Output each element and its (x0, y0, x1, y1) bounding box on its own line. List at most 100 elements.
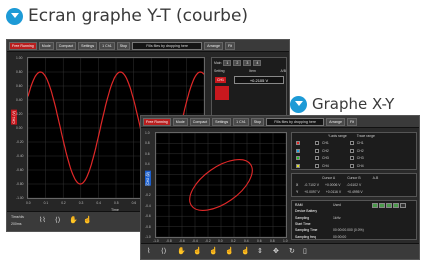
run-mode-button[interactable]: Free Running (9, 41, 37, 50)
hand-icon[interactable]: ✋ (177, 248, 186, 255)
xy-ytick: 0.2 (145, 172, 150, 177)
fit-button[interactable]: Fit (224, 41, 235, 50)
info-key: Sampling freq (295, 234, 316, 239)
ram-meter (372, 203, 406, 208)
info-key: Device Battery (295, 209, 318, 214)
trace-visible-toggle[interactable] (296, 156, 300, 160)
trace-row[interactable]: CH4 CH4 (296, 163, 364, 168)
cursor-y-ab: +0.4995 V (347, 190, 363, 194)
info-value: Used (333, 203, 341, 207)
cursor-x-ab: -0.6102 V (346, 183, 362, 187)
channel-button[interactable]: 1 Ch1 (99, 41, 115, 50)
yt-ytick: -1.00 (16, 196, 24, 200)
compact-button[interactable]: Compact (189, 117, 211, 126)
cursor-x-a: -0.7102 V (304, 183, 319, 187)
yt-ytick: -0.60 (16, 168, 24, 172)
trace-trange[interactable]: CH4 (357, 164, 364, 168)
trace-row[interactable]: CH3 CH3 (296, 156, 364, 160)
side-tab-4[interactable]: 4 (253, 60, 262, 66)
file-drop-zone[interactable]: Fills files by dropping here (132, 41, 203, 50)
stop-button[interactable]: Stop (250, 117, 265, 126)
trace-trange[interactable]: CH2 (357, 149, 364, 153)
trace-row[interactable]: CH2 CH2 (296, 148, 364, 153)
note-icon[interactable]: ▯ (303, 248, 307, 255)
trace-header-trange: Trace range (356, 134, 375, 138)
trace-visible-toggle[interactable] (296, 148, 300, 153)
xy-ytick: -0.6 (145, 214, 151, 219)
trace-range-swatch[interactable] (349, 163, 354, 168)
tap-icon[interactable]: ☝ (83, 217, 92, 224)
xy-bottom-bar: ⌇ ⟨⟩ ✋ ☝ ☝ ☝ ☝ ⇕ ✥ ↻ ▯ (141, 243, 419, 259)
yt-heading-text: Ecran graphe Y-T (courbe) (28, 6, 249, 26)
trace-trange[interactable]: CH3 (357, 156, 364, 160)
settings-button[interactable]: Settings (78, 41, 98, 50)
side-tab-3[interactable]: 3 (243, 60, 252, 66)
xy-ytick: 1.0 (145, 131, 150, 135)
trace-row[interactable]: CH1 CH1 (296, 141, 364, 145)
info-key: Start Time (295, 221, 311, 226)
fit-button[interactable]: Fit (346, 117, 357, 126)
trace-visible-toggle[interactable] (296, 141, 300, 145)
waveform-icon[interactable]: ⌇ (147, 248, 150, 255)
side-title: Main (214, 61, 222, 65)
yt-xtick: 0.5 (114, 201, 119, 205)
file-drop-zone[interactable]: Fills files by dropping here (266, 117, 325, 126)
arrange-button[interactable]: Arrange (204, 41, 223, 50)
xy-ytick: 0.6 (145, 151, 150, 156)
info-row: Sampling Time 00:00:00.000 (0.0%) (295, 228, 364, 232)
yt-xtick: 0.1 (43, 201, 49, 205)
cursor-b-header: Cursor B (347, 176, 361, 180)
drag-icon[interactable]: ☝ (241, 248, 250, 255)
run-mode-button[interactable]: Free Running (143, 117, 171, 126)
trace-color-swatch[interactable] (315, 148, 319, 153)
side-tab-2[interactable]: 2 (233, 60, 242, 66)
side-channel-badge[interactable]: CH1 (215, 77, 227, 83)
waveform-icon[interactable]: ⌇⌇ (39, 217, 46, 224)
info-row: Start Time (295, 222, 333, 226)
timediv-label: Time/div (11, 215, 25, 219)
tap-icon[interactable]: ☝ (193, 248, 202, 255)
trace-color-swatch[interactable] (315, 163, 319, 168)
trace-yrange[interactable]: CH3 (322, 156, 329, 160)
trace-visible-toggle[interactable] (296, 163, 300, 168)
trace-color-swatch[interactable] (315, 156, 319, 160)
xy-toolbar: Free Running Mode Compact Settings 1 Ch1… (141, 116, 419, 128)
cursor-y-b: +0.0116 V (325, 190, 342, 194)
yt-xtick: 0.2 (61, 201, 66, 205)
trace-range-swatch[interactable] (349, 156, 354, 160)
yt-ytick: 1.00 (16, 56, 23, 60)
arrange-button[interactable]: Arrange (326, 117, 345, 126)
hand-icon[interactable]: ✋ (69, 217, 78, 224)
trace-range-swatch[interactable] (349, 148, 354, 153)
cursor-y-a: +0.0097 V (304, 190, 320, 194)
trace-trange[interactable]: CH1 (357, 141, 364, 145)
side-header-ab: A/B (280, 69, 286, 73)
info-key: Sampling Time (295, 228, 318, 233)
pinch-icon[interactable]: ⟨⟩ (161, 248, 166, 255)
cursor-panel: Cursor A Cursor B A-B X -0.7102 V +0.000… (291, 173, 417, 197)
trace-yrange[interactable]: CH1 (322, 141, 329, 145)
mode-button[interactable]: Mode (172, 117, 188, 126)
scroll-icon[interactable]: ⇕ (257, 248, 263, 255)
mode-button[interactable]: Mode (38, 41, 54, 50)
compact-button[interactable]: Compact (55, 41, 77, 50)
trace-panel: Y-axis range Trace range CH1 CH1 CH2 CH2 CH3… (291, 132, 417, 170)
press-icon[interactable]: ☝ (225, 248, 234, 255)
settings-button[interactable]: Settings (212, 117, 232, 126)
xy-plot[interactable] (155, 132, 287, 238)
channel-button[interactable]: 1 Ch1 (233, 117, 249, 126)
info-value: 00:00:00 (333, 234, 347, 239)
pinch-icon[interactable]: ⟨⟩ (55, 217, 60, 224)
double-tap-icon[interactable]: ☝ (209, 248, 218, 255)
yt-toolbar: Free Running Mode Compact Settings 1 Ch1… (7, 40, 289, 52)
trace-yrange[interactable]: CH4 (322, 164, 329, 168)
rotate-icon[interactable]: ↻ (289, 248, 295, 255)
xy-ytick: -0.2 (145, 193, 151, 198)
trace-yrange[interactable]: CH2 (322, 149, 329, 153)
move-icon[interactable]: ✥ (273, 248, 279, 255)
side-tab-1[interactable]: 1 (223, 60, 232, 66)
trace-range-swatch[interactable] (349, 141, 354, 145)
stop-button[interactable]: Stop (116, 41, 131, 50)
side-value: +0.2105 V (234, 76, 284, 84)
trace-color-swatch[interactable] (315, 141, 319, 145)
